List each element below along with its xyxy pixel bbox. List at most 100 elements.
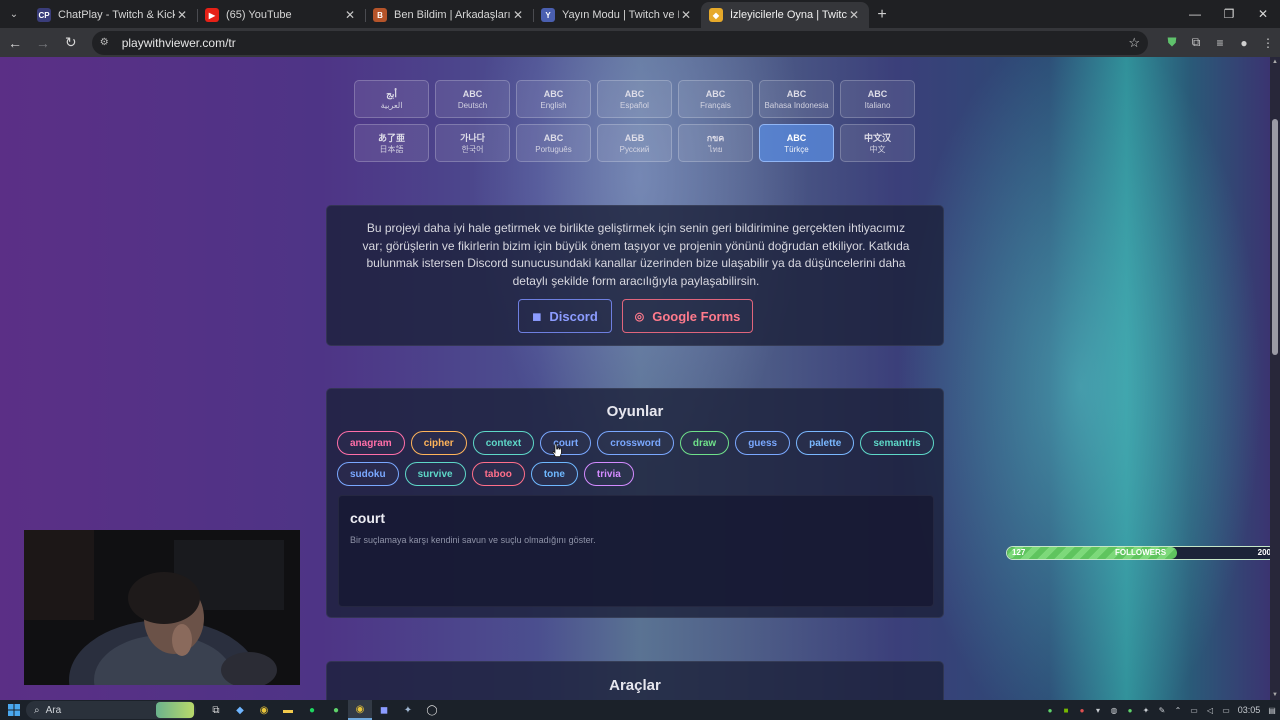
tab-close-icon[interactable]: ✕ <box>175 8 189 22</box>
reload-icon[interactable]: ↻ <box>58 30 84 56</box>
language-button[interactable]: 中文汉 中文 <box>840 124 915 162</box>
page-scrollbar[interactable]: ▲ ▼ <box>1270 57 1280 700</box>
game-chip[interactable]: tone <box>530 462 578 486</box>
media-controls-icon[interactable]: ≡ <box>1208 31 1232 55</box>
tab-title: ChatPlay - Twitch & Kick İzleyici <box>58 9 175 21</box>
windows-taskbar: ⌕ Ara ⧉ ◆ ◉ ▬ ● ● ◉ ◼ ✦ ◯ ● ■ ● ▾ ◍ ● ✦ … <box>0 700 1280 720</box>
language-button[interactable]: АБВ Русский <box>597 124 672 162</box>
notification-icon[interactable]: ▤ <box>1264 706 1280 715</box>
game-chip[interactable]: guess <box>735 431 791 455</box>
game-chip[interactable]: trivia <box>583 462 634 486</box>
tab-close-icon[interactable]: ✕ <box>343 8 357 22</box>
scroll-up-icon[interactable]: ▲ <box>1271 59 1279 65</box>
tray-volume-icon[interactable]: ◁ <box>1202 706 1218 715</box>
game-chip[interactable]: survive <box>404 462 466 486</box>
tab-close-icon[interactable]: ✕ <box>679 8 693 22</box>
copilot-icon[interactable]: ◆ <box>228 700 252 720</box>
scroll-down-icon[interactable]: ▼ <box>1271 692 1279 698</box>
new-tab-button[interactable]: + <box>869 2 895 28</box>
chrome-icon[interactable]: ◉ <box>252 700 276 720</box>
restore-icon[interactable]: ❐ <box>1212 0 1246 28</box>
file-explorer-icon[interactable]: ▬ <box>276 700 300 720</box>
puzzle-extensions-icon[interactable]: ⧉ <box>1184 31 1208 55</box>
game-chip[interactable]: sudoku <box>337 462 399 486</box>
google-icon: ◎ <box>634 310 645 323</box>
language-glyph: ABC <box>867 88 888 99</box>
back-arrow-icon[interactable]: ← <box>2 30 28 56</box>
discord-button[interactable]: ◼ Discord <box>518 299 612 333</box>
language-button[interactable]: ABC Italiano <box>840 80 915 118</box>
whatsapp-icon[interactable]: ● <box>324 700 348 720</box>
language-glyph: أبج <box>386 88 397 99</box>
language-glyph: АБВ <box>624 132 645 143</box>
language-button[interactable]: あ了亜 日本語 <box>354 124 429 162</box>
spotify-icon[interactable]: ● <box>300 700 324 720</box>
tray-record-icon[interactable]: ● <box>1074 706 1090 715</box>
game-chip[interactable]: court <box>540 431 592 455</box>
chrome-active-icon[interactable]: ◉ <box>348 700 372 720</box>
minimize-icon[interactable]: — <box>1178 0 1212 28</box>
language-button[interactable]: ABC Português <box>516 124 591 162</box>
taskbar-clock[interactable]: 03:05 <box>1234 705 1264 715</box>
tools-card: Araçlar <box>326 661 944 700</box>
google-forms-label: Google Forms <box>652 308 741 324</box>
browser-tab[interactable]: ▶ (65) YouTube ✕ <box>197 2 365 28</box>
game-chip[interactable]: crossword <box>597 431 674 455</box>
tray-nvidia-icon[interactable]: ■ <box>1058 706 1074 715</box>
scrollbar-thumb[interactable] <box>1272 119 1278 355</box>
tab-search-icon[interactable]: ⌄ <box>3 3 25 25</box>
language-button[interactable]: أبج العربية <box>354 80 429 118</box>
game-chip[interactable]: semantris <box>860 431 934 455</box>
tab-close-icon[interactable]: ✕ <box>847 8 861 22</box>
profile-avatar-icon[interactable]: ● <box>1232 31 1256 55</box>
game-chip[interactable]: anagram <box>337 431 405 455</box>
language-name: 한국어 <box>461 144 484 154</box>
language-button[interactable]: กขค ไทย <box>678 124 753 162</box>
discord-taskbar-icon[interactable]: ◼ <box>372 700 396 720</box>
browser-tab[interactable]: ◆ İzleyicilerle Oyna | Twitch, Kick,✕ <box>701 2 869 28</box>
language-button[interactable]: ABC Deutsch <box>435 80 510 118</box>
task-view-icon[interactable]: ⧉ <box>204 700 228 720</box>
language-button[interactable]: ABC Türkçe <box>759 124 834 162</box>
menu-dots-icon[interactable]: ⋮ <box>1256 31 1280 55</box>
tray-whatsapp-icon[interactable]: ● <box>1042 706 1058 715</box>
bookmark-star-icon[interactable]: ☆ <box>1128 35 1140 51</box>
taskbar-search[interactable]: ⌕ Ara <box>26 701 196 719</box>
game-chip[interactable]: context <box>472 431 535 455</box>
game-chip[interactable]: draw <box>679 431 730 455</box>
address-bar[interactable]: ⚙ playwithviewer.com/tr ☆ <box>91 30 1148 55</box>
tab-favicon-icon: ◆ <box>709 8 723 22</box>
tray-steam-icon[interactable]: ✦ <box>1138 706 1154 715</box>
tray-pen-icon[interactable]: ✎ <box>1154 706 1170 715</box>
tray-xbox-icon[interactable]: ◍ <box>1106 706 1122 715</box>
language-button[interactable]: ABC English <box>516 80 591 118</box>
toolbar-extensions: ⛊ ⧉ ≡ ● ⋮ <box>1160 31 1280 55</box>
close-window-icon[interactable]: ✕ <box>1246 0 1280 28</box>
tab-close-icon[interactable]: ✕ <box>511 8 525 22</box>
obs-icon[interactable]: ◯ <box>420 700 444 720</box>
games-title: Oyunlar <box>606 403 664 420</box>
language-button[interactable]: 가나다 한국어 <box>435 124 510 162</box>
browser-tab[interactable]: B Ben Bildim | Arkadaşlarınla Onl✕ <box>365 2 533 28</box>
tray-mic-icon[interactable]: ▾ <box>1090 706 1106 715</box>
language-selector: أبج العربية ABC Deutsch ABC English ABC Español… <box>354 80 916 162</box>
tray-network-icon[interactable]: ▭ <box>1186 706 1202 715</box>
language-button[interactable]: ABC Bahasa Indonesia <box>759 80 834 118</box>
game-chip[interactable]: palette <box>796 431 855 455</box>
forward-arrow-icon[interactable]: → <box>30 30 56 56</box>
game-chip[interactable]: taboo <box>471 462 525 486</box>
google-forms-button[interactable]: ◎ Google Forms <box>622 299 753 333</box>
game-chip[interactable]: cipher <box>410 431 467 455</box>
browser-tab[interactable]: Y Yayın Modu | Twitch ve Kick ile✕ <box>533 2 701 28</box>
tray-chevron-icon[interactable]: ⌃ <box>1170 706 1186 715</box>
language-glyph: 中文汉 <box>863 132 891 143</box>
steam-icon[interactable]: ✦ <box>396 700 420 720</box>
tray-battery-icon[interactable]: ▭ <box>1218 706 1234 715</box>
tray-app-icon[interactable]: ● <box>1122 706 1138 715</box>
language-button[interactable]: ABC Français <box>678 80 753 118</box>
shield-extension-icon[interactable]: ⛊ <box>1160 31 1184 55</box>
site-info-icon[interactable]: ⚙ <box>100 37 116 48</box>
browser-tab[interactable]: CP ChatPlay - Twitch & Kick İzleyici✕ <box>29 2 197 28</box>
language-button[interactable]: ABC Español <box>597 80 672 118</box>
windows-start-icon[interactable] <box>4 700 24 720</box>
